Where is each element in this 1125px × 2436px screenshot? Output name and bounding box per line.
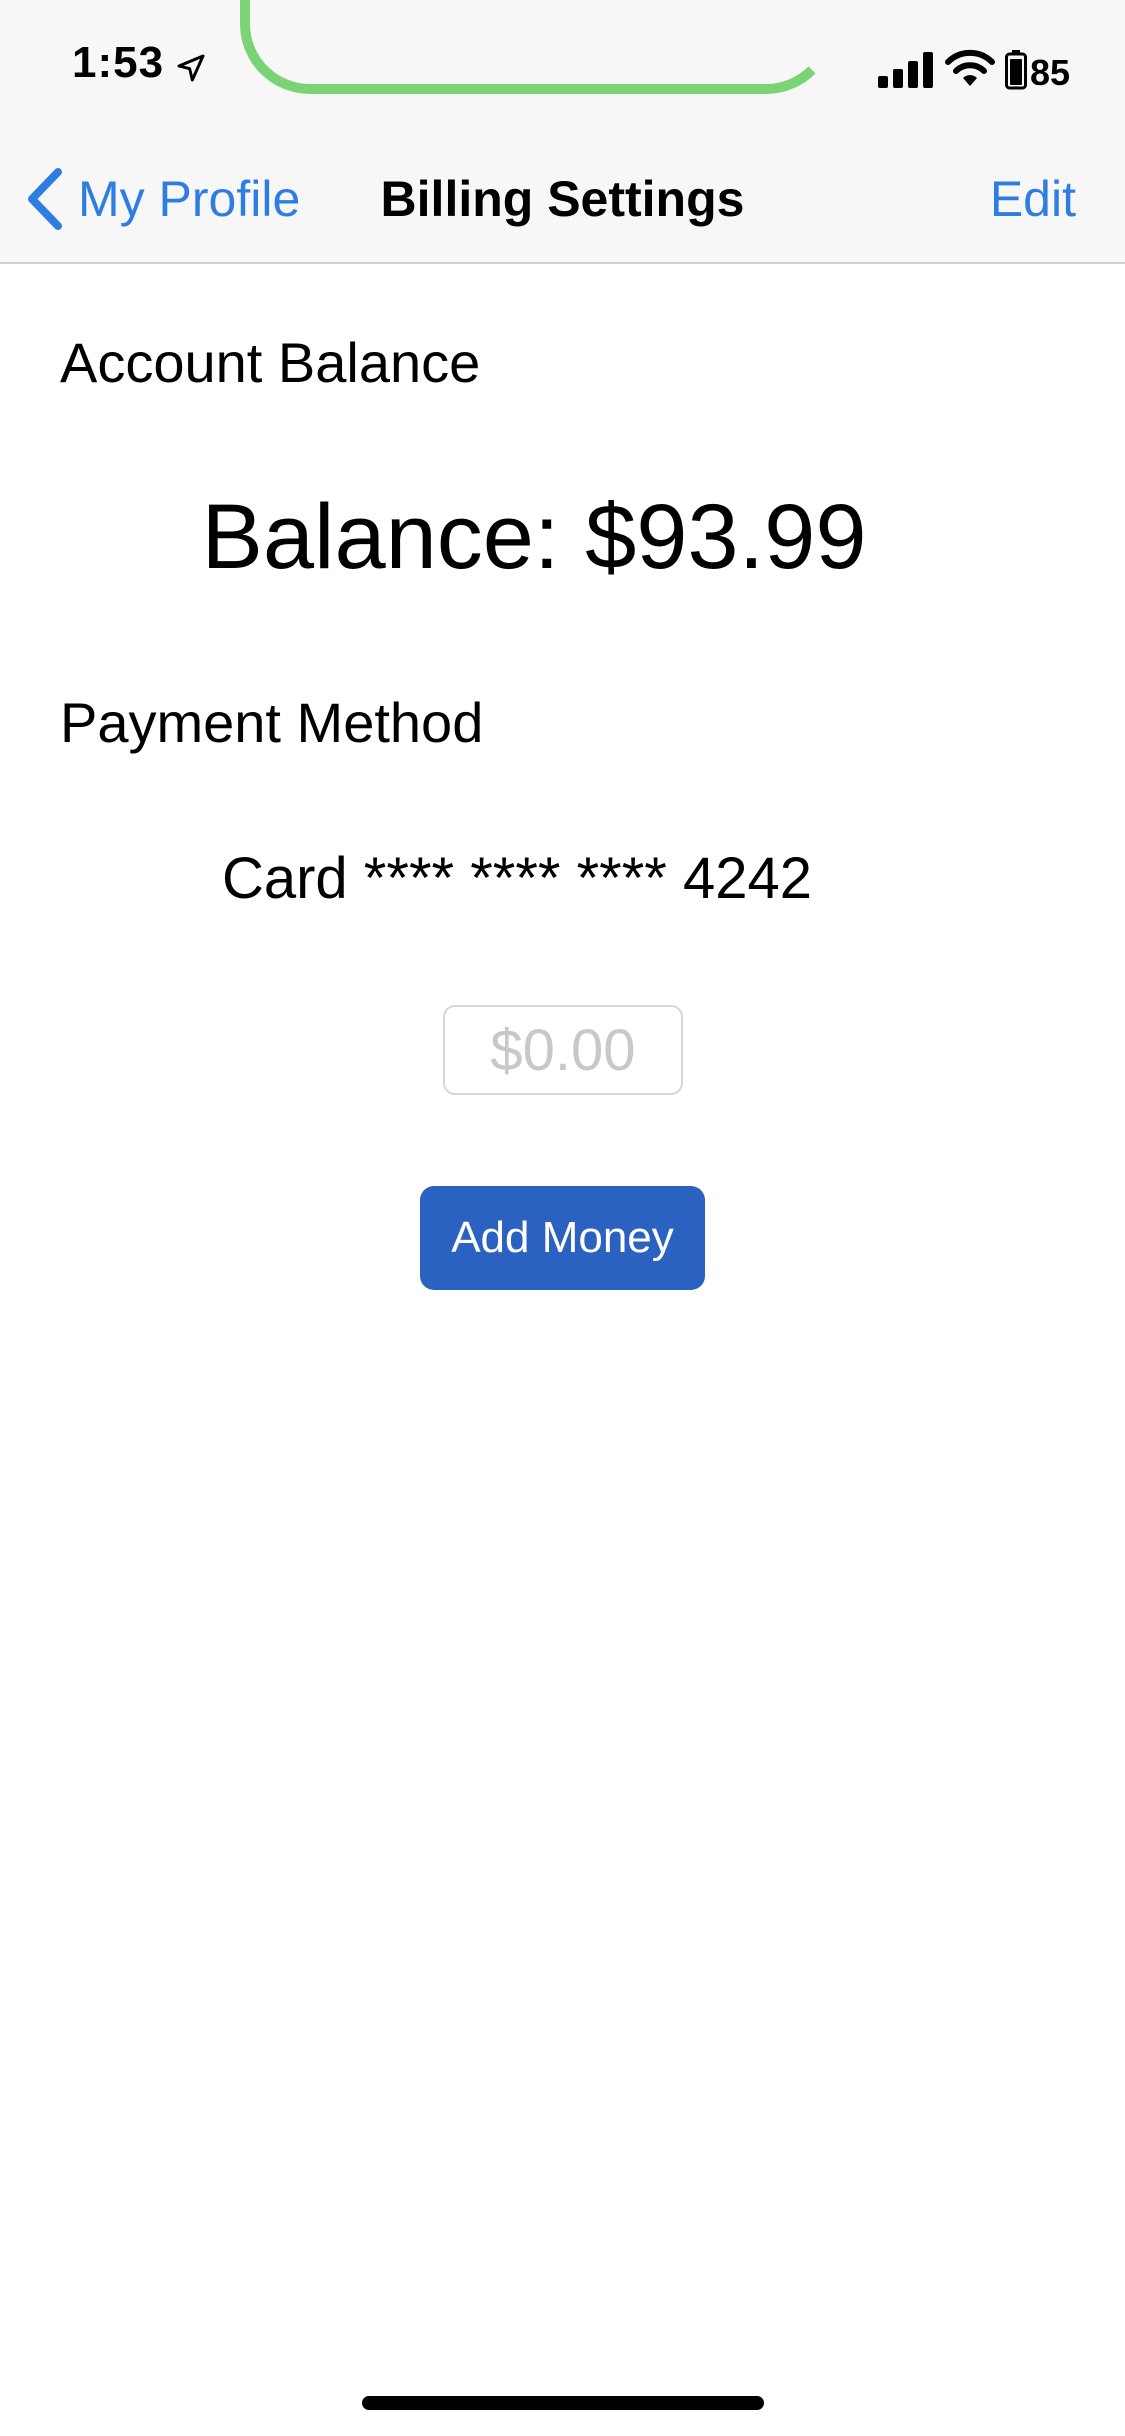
page-title: Billing Settings: [380, 171, 745, 227]
home-indicator[interactable]: [362, 2396, 764, 2410]
location-arrow-icon: [177, 54, 205, 82]
battery-percent: 85: [1030, 52, 1071, 93]
battery-icon: [1005, 50, 1027, 90]
billing-settings-screen: 1:53 85 My Profile Billing Settings Edit…: [0, 0, 1125, 2436]
status-time: 1:53: [72, 38, 165, 87]
edit-button[interactable]: Edit: [990, 170, 1076, 228]
active-call-indicator[interactable]: [240, 0, 836, 94]
account-balance-heading: Account Balance: [60, 331, 481, 394]
header-area: 1:53 85 My Profile Billing Settings Edit: [0, 0, 1125, 264]
add-money-button[interactable]: Add Money: [420, 1186, 705, 1290]
cellular-signal-icon: [878, 52, 933, 88]
card-number: Card **** **** **** 4242: [221, 846, 813, 911]
amount-input[interactable]: [443, 1005, 683, 1095]
balance-amount: Balance: $93.99: [201, 486, 867, 588]
payment-method-heading: Payment Method: [60, 691, 484, 754]
wifi-icon: [945, 49, 995, 86]
